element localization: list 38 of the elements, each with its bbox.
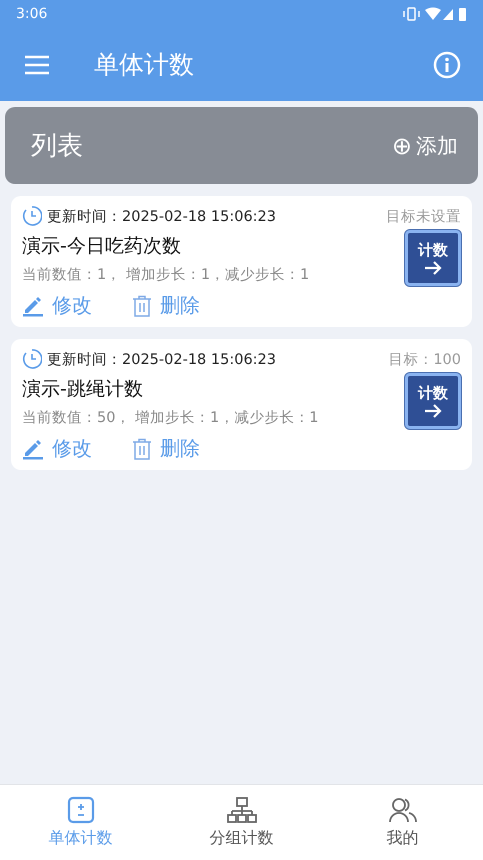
nav-tab[interactable]: 我的 [322,785,483,860]
add-button[interactable]: ⊕ 添加 [392,132,458,160]
info-icon[interactable] [433,50,461,78]
status-time: 3:06 [16,6,48,22]
target-label: 目标：100 [388,350,461,368]
trash-icon [132,438,152,460]
app-title: 单体计数 [94,49,195,81]
delete-button[interactable]: 删除 [132,435,200,462]
counter-name: 演示-跳绳计数 [22,376,144,402]
delete-button[interactable]: 删除 [132,292,200,319]
nav-tab[interactable]: 分组计数 [161,785,322,860]
nav-tab[interactable]: 单体计数 [0,785,161,860]
plus-minus-icon [66,796,94,824]
signal-icon [443,9,453,20]
clock-icon [22,349,42,369]
count-button[interactable]: 计数 [405,373,461,429]
menu-icon[interactable] [24,54,50,74]
arrow-right-icon [423,260,443,276]
users-icon [388,796,418,824]
hierarchy-icon [226,796,256,824]
counter-name: 演示-今日吃药次数 [22,234,182,258]
battery-icon [459,8,466,21]
update-time: 更新时间：2025-02-18 15:06:23 [47,208,276,226]
target-label: 目标未设置 [386,208,461,226]
update-time: 更新时间：2025-02-18 15:06:23 [47,350,276,368]
arrow-right-icon [423,402,443,418]
counter-details: 当前数值：50， 增加步长：1，减少步长：1 [22,408,319,426]
wifi-icon [425,8,441,20]
counter-details: 当前数值：1， 增加步长：1，减少步长：1 [22,266,310,284]
trash-icon [132,294,152,316]
edit-button[interactable]: 修改 [22,435,92,462]
edit-button[interactable]: 修改 [22,292,92,319]
vibrate-icon [403,7,420,21]
pencil-icon [22,438,44,460]
list-title: 列表 [31,130,83,163]
pencil-icon [22,294,44,316]
clock-icon [22,206,42,226]
count-button[interactable]: 计数 [405,230,461,286]
